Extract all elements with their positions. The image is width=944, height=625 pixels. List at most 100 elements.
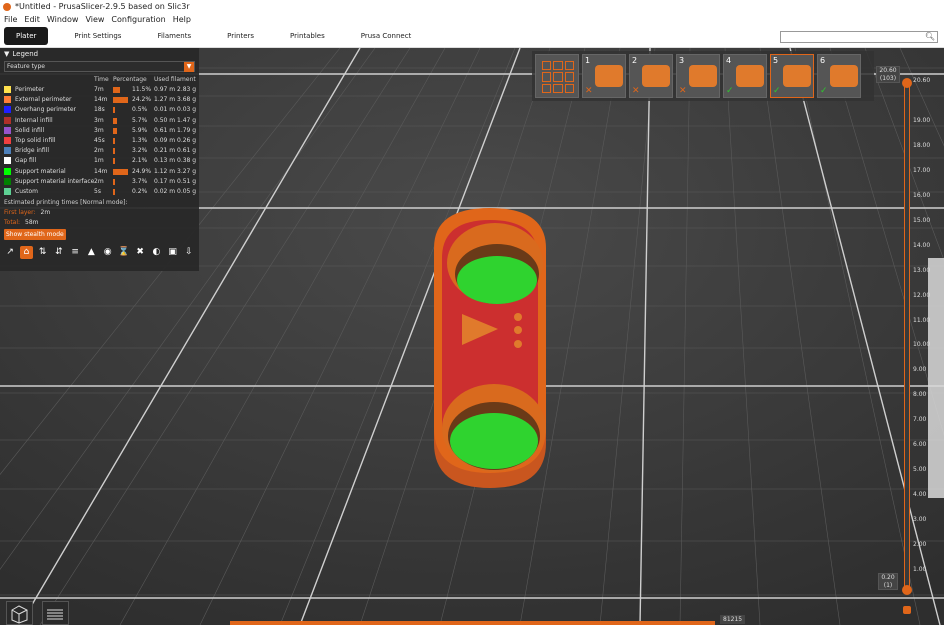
layer-tick-label: 6.00 (913, 441, 927, 449)
legend-row[interactable]: Support material 14m 24.9% 1.12 m 3.27 g (0, 166, 199, 176)
menu-help[interactable]: Help (173, 15, 191, 24)
tab-plater[interactable]: Plater (4, 27, 49, 45)
legend-row-length: 0.17 m (154, 177, 176, 185)
menu-window[interactable]: Window (47, 15, 79, 24)
tool-marker-icon[interactable]: ⇩ (183, 246, 195, 259)
legend-columns: Time Percentage Used filament (0, 74, 199, 84)
legend-row[interactable]: Support material interface 2m 3.7% 0.17 m 0.… (0, 176, 199, 186)
legend-row[interactable]: Overhang perimeter 18s 0.5% 0.01 m 0.03 g (0, 104, 199, 114)
legend-row-weight: 0.38 g (177, 157, 197, 165)
legend-row-time: 2m (94, 177, 104, 185)
legend-row[interactable]: Bridge infill 2m 3.2% 0.21 m 0.61 g (0, 145, 199, 155)
legend-row-pct: 3.7% (132, 177, 148, 185)
chevron-down-icon[interactable]: ▼ (184, 61, 194, 72)
legend-row-name: Bridge infill (15, 147, 50, 155)
3d-view-button[interactable] (6, 601, 33, 625)
layer-tick-label: 1.00 (913, 566, 927, 573)
object-thumbnail[interactable]: 6 ✓ (817, 54, 861, 98)
tab-print-settings[interactable]: Print Settings (64, 28, 131, 44)
layer-slider-upper-thumb[interactable] (902, 78, 912, 88)
legend-row-time: 7m (94, 86, 104, 93)
menu-edit[interactable]: Edit (24, 15, 40, 24)
menu-file[interactable]: File (4, 15, 17, 24)
legend-row[interactable]: Internal infill 3m 5.7% 0.50 m 1.47 g (0, 115, 199, 125)
legend-row[interactable]: Gap fill 1m 2.1% 0.13 m 0.38 g (0, 155, 199, 165)
object-thumbnail[interactable]: 3 ✕ (676, 54, 720, 98)
move-slider[interactable] (230, 621, 715, 625)
travel-icon[interactable]: ↗ (4, 246, 16, 259)
legend-swatch (4, 167, 11, 175)
top-height: 20.60 (879, 67, 897, 74)
tab-prusa-connect[interactable]: Prusa Connect (351, 28, 422, 44)
legend-row-weight: 0.05 g (177, 187, 197, 195)
search-icon[interactable]: 🔍︎ (925, 32, 935, 41)
legend-swatch (4, 106, 11, 114)
object-thumbnail[interactable]: 1 ✕ (582, 54, 626, 98)
object-thumbnail[interactable]: 2 ✕ (629, 54, 673, 98)
col-percentage: Percentage (113, 76, 147, 83)
layer-slider-rail[interactable] (904, 80, 910, 592)
tool-changes-icon[interactable]: ▲ (85, 246, 97, 259)
grid-icon (542, 61, 574, 93)
layer-slider-lower-thumb[interactable] (902, 585, 912, 595)
legend-row-time: 2m (94, 147, 104, 155)
object-thumbnail-selected[interactable]: 5 ✓ (770, 54, 814, 98)
tab-printers[interactable]: Printers (217, 28, 264, 44)
wipe-icon[interactable]: ⌂ (20, 246, 33, 260)
layer-tick-label: 10.00 (913, 341, 931, 349)
legend-row[interactable]: Top solid infill 45s 1.3% 0.09 m 0.26 g (0, 135, 199, 145)
search-input[interactable]: 🔍︎ (780, 31, 938, 43)
legend-header[interactable]: ▼ Legend (0, 48, 199, 59)
shells-icon[interactable]: ▣ (167, 246, 179, 259)
custom-gcodes-icon[interactable]: ✖ (134, 246, 146, 259)
legend-row-weight: 1.47 g (177, 116, 197, 124)
legend-row-time: 5s (94, 187, 101, 195)
legend-row-weight: 0.03 g (177, 106, 197, 114)
object-list: 1 ✕ 2 ✕ 3 ✕ 4 ✓ 5 ✓ 6 ✓ (532, 51, 874, 101)
center-of-gravity-icon[interactable]: ◐ (150, 246, 162, 259)
layer-tick-label: 18.00 (913, 141, 931, 149)
show-stealth-mode-button[interactable]: Show stealth mode (4, 229, 66, 241)
menu-view[interactable]: View (85, 15, 104, 24)
menu-configuration[interactable]: Configuration (111, 15, 165, 24)
arrange-objects-button[interactable] (535, 54, 579, 98)
legend-row-bar (113, 97, 128, 104)
object-thumbnail[interactable]: 4 ✓ (723, 54, 767, 98)
legend-row[interactable]: Perimeter 7m 11.5% 0.97 m 2.83 g (0, 84, 199, 94)
tab-filaments[interactable]: Filaments (147, 28, 201, 44)
view-type-select[interactable]: Feature type ▼ (4, 61, 195, 72)
legend-swatch (4, 126, 11, 134)
legend-row[interactable]: Solid infill 3m 5.9% 0.61 m 1.79 g (0, 125, 199, 135)
layer-tick-label: 7.00 (913, 416, 927, 424)
layers-view-button[interactable] (42, 601, 69, 625)
pause-prints-icon[interactable]: ⌛ (118, 246, 130, 259)
legend-swatch (4, 86, 11, 93)
legend-row-pct: 3.2% (132, 147, 148, 155)
sliced-model[interactable] (434, 208, 546, 488)
layer-slider-bottom-value: 0.20 (1) (878, 573, 898, 590)
legend-row-name: Gap fill (15, 157, 37, 165)
layer-slider[interactable]: 20.60 (103) 20.60 19.00 18.00 17.00 16.00 15.… (874, 66, 944, 625)
retractions-icon[interactable]: ⇅ (37, 246, 49, 259)
legend-row-weight: 1.79 g (177, 126, 197, 134)
color-changes-icon[interactable]: ◉ (102, 246, 114, 259)
object-preview (736, 65, 764, 87)
legend-row-pct: 5.7% (132, 116, 148, 124)
collapse-icon[interactable]: ▼ (4, 50, 9, 58)
lock-icon[interactable] (903, 606, 911, 614)
legend-row-bar (113, 107, 115, 114)
deretractions-icon[interactable]: ⇵ (53, 246, 65, 259)
seams-icon[interactable]: ≡ (69, 246, 81, 259)
legend-row-time: 3m (94, 116, 104, 124)
checkmark-icon: ✓ (726, 86, 734, 96)
title-bar: *Untitled - PrusaSlicer-2.9.5 based on S… (0, 0, 944, 13)
legend-row-length: 0.21 m (154, 147, 176, 155)
layer-tick-label: 9.00 (913, 366, 927, 374)
legend-row[interactable]: External perimeter 14m 24.2% 1.27 m 3.68 g (0, 94, 199, 104)
legend-row-name: Internal infill (15, 116, 53, 124)
estimated-times-label: Estimated printing times [Normal mode]: (4, 199, 128, 207)
tab-printables[interactable]: Printables (280, 28, 335, 44)
legend-row[interactable]: Custom 5s 0.2% 0.02 m 0.05 g (0, 186, 199, 196)
layer-tick-label: 13.00 (913, 266, 931, 274)
legend-row-name: Top solid infill (15, 136, 56, 144)
